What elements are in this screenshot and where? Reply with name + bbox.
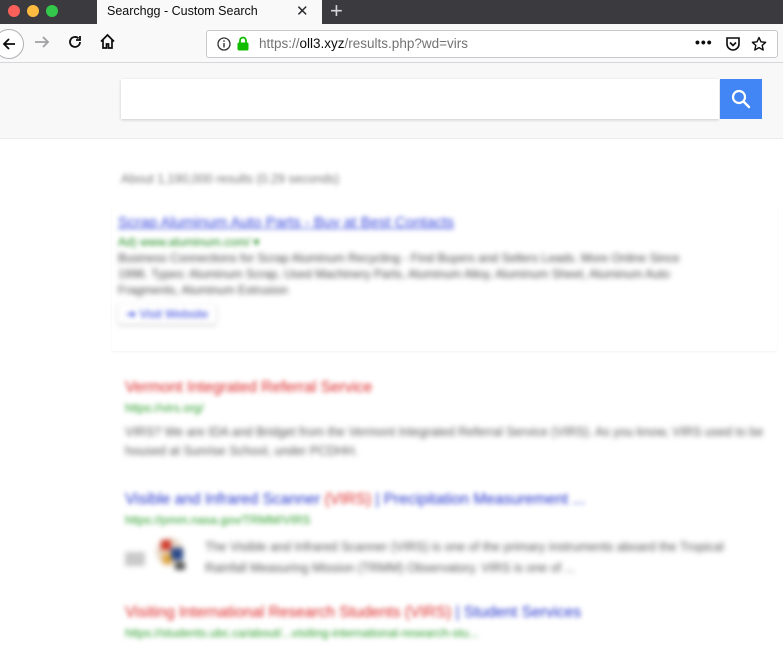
- new-tab-icon[interactable]: +: [330, 0, 343, 24]
- result-title-link[interactable]: Vermont Integrated Referral Service: [125, 379, 765, 397]
- tab-close-icon[interactable]: ✕: [296, 2, 309, 20]
- address-bar[interactable]: https://oll3.xyz/results.php?wd=virs •••: [206, 30, 778, 58]
- navigation-bar: https://oll3.xyz/results.php?wd=virs •••: [0, 24, 783, 63]
- result-title-link[interactable]: Visiting International Research Students…: [125, 604, 765, 622]
- close-window-button[interactable]: [8, 5, 20, 17]
- pocket-icon[interactable]: [725, 36, 741, 52]
- back-arrow-icon: [2, 38, 15, 50]
- reload-button[interactable]: [67, 34, 83, 55]
- forward-button[interactable]: [34, 34, 50, 55]
- zoom-window-button[interactable]: [46, 5, 58, 17]
- visit-website-button[interactable]: ➔ Visit Website: [118, 304, 217, 324]
- result-stats: About 1,190,000 results (0.29 seconds): [121, 172, 340, 186]
- result-url: https://students.ubc.ca/about/...visitin…: [125, 626, 479, 640]
- info-icon[interactable]: [217, 37, 231, 51]
- tab-title: Searchgg - Custom Search: [107, 4, 258, 18]
- home-button[interactable]: [99, 33, 116, 55]
- more-actions-icon[interactable]: •••: [695, 34, 713, 50]
- url-text[interactable]: https://oll3.xyz/results.php?wd=virs: [259, 36, 468, 51]
- search-icon: [731, 89, 751, 109]
- tab-strip: Searchgg - Custom Search ✕ +: [0, 0, 783, 24]
- result-thumbnail-image: [125, 534, 191, 576]
- result-title-link[interactable]: Visible and Infrared Scanner (VIRS) | Pr…: [125, 491, 765, 509]
- back-button[interactable]: [0, 29, 24, 59]
- result-snippet: The Visible and Infrared Scanner (VIRS) …: [205, 540, 724, 575]
- search-result: Visible and Infrared Scanner (VIRS) | Pr…: [125, 491, 765, 575]
- search-input[interactable]: [121, 79, 719, 119]
- search-result: Vermont Integrated Referral Service http…: [125, 379, 765, 461]
- ad-description: Business Connections for Scrap Aluminum …: [118, 251, 680, 297]
- home-icon: [100, 33, 115, 49]
- result-url: https://virs.org/: [125, 401, 204, 415]
- ad-title-link[interactable]: Scrap Aluminum Auto Parts - Buy at Best …: [118, 214, 454, 231]
- search-button[interactable]: [720, 79, 762, 119]
- forward-arrow-icon: [35, 36, 50, 48]
- search-header: [0, 63, 783, 139]
- minimize-window-button[interactable]: [27, 5, 39, 17]
- ad-url: Ad) www.aluminum.com/ ▾: [118, 235, 260, 249]
- browser-tab[interactable]: Searchgg - Custom Search ✕: [97, 0, 322, 24]
- reload-icon: [69, 36, 81, 48]
- search-result: Visiting International Research Students…: [125, 604, 765, 640]
- ad-result: Scrap Aluminum Auto Parts - Buy at Best …: [112, 206, 777, 351]
- lock-icon: [237, 36, 249, 51]
- result-url: https://pmm.nasa.gov/TRMM/VIRS: [125, 513, 311, 527]
- bookmark-star-icon[interactable]: [751, 36, 767, 52]
- result-snippet: VIRS? We are IDA and Bridget from the Ve…: [125, 425, 764, 458]
